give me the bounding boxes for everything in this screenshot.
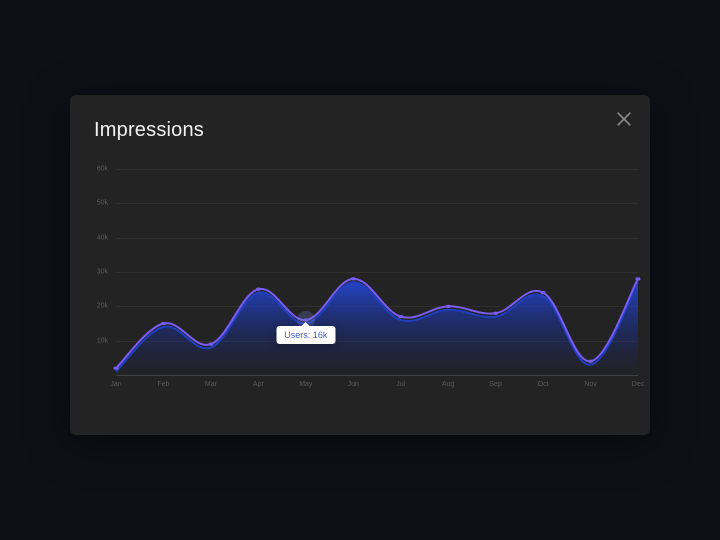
x-tick-label: Aug <box>442 381 454 388</box>
chart-area: 10k20k30k40k50k60k Users: 16k JanFebMarA… <box>90 169 638 375</box>
y-axis-labels: 10k 20k 30k 40k 50k 60k <box>90 169 112 375</box>
x-tick-label: Nov <box>584 381 596 388</box>
close-button[interactable] <box>614 109 634 129</box>
data-point[interactable] <box>589 361 592 362</box>
chart-svg <box>116 169 638 375</box>
x-tick-label: Mar <box>205 381 217 388</box>
data-point[interactable] <box>494 313 497 314</box>
data-point[interactable] <box>114 368 117 369</box>
data-point[interactable] <box>352 278 355 279</box>
x-tick-label: Jul <box>396 381 405 388</box>
page-title: Impressions <box>94 119 204 142</box>
x-tick-label: Sep <box>489 381 501 388</box>
tooltip: Users: 16k <box>276 326 335 344</box>
data-point[interactable] <box>447 306 450 307</box>
data-point[interactable] <box>304 319 307 320</box>
plot-region[interactable]: Users: 16k <box>116 169 638 375</box>
x-tick-label: Apr <box>253 381 264 388</box>
y-tick-label: 20k <box>97 303 108 310</box>
data-point[interactable] <box>257 289 260 290</box>
x-axis-labels: JanFebMarAprMayJunJulAugSepOctNovDec <box>116 381 638 393</box>
data-point[interactable] <box>162 323 165 324</box>
y-tick-label: 50k <box>97 200 108 207</box>
x-tick-label: Jan <box>110 381 121 388</box>
y-tick-label: 30k <box>97 269 108 276</box>
y-tick-label: 10k <box>97 337 108 344</box>
close-icon <box>614 109 634 129</box>
x-tick-label: Jun <box>348 381 359 388</box>
x-tick-label: Feb <box>157 381 169 388</box>
x-tick-label: Dec <box>632 381 644 388</box>
y-tick-label: 40k <box>97 234 108 241</box>
data-point[interactable] <box>209 343 212 344</box>
gridline-base <box>116 375 638 376</box>
chart-card: Impressions 10k 20k 30k 40k 50k 60k Users: 16… <box>70 95 650 435</box>
x-tick-label: Oct <box>538 381 549 388</box>
y-tick-label: 60k <box>97 166 108 173</box>
data-point[interactable] <box>636 278 639 279</box>
x-tick-label: May <box>299 381 312 388</box>
data-point[interactable] <box>542 292 545 293</box>
data-point[interactable] <box>399 316 402 317</box>
